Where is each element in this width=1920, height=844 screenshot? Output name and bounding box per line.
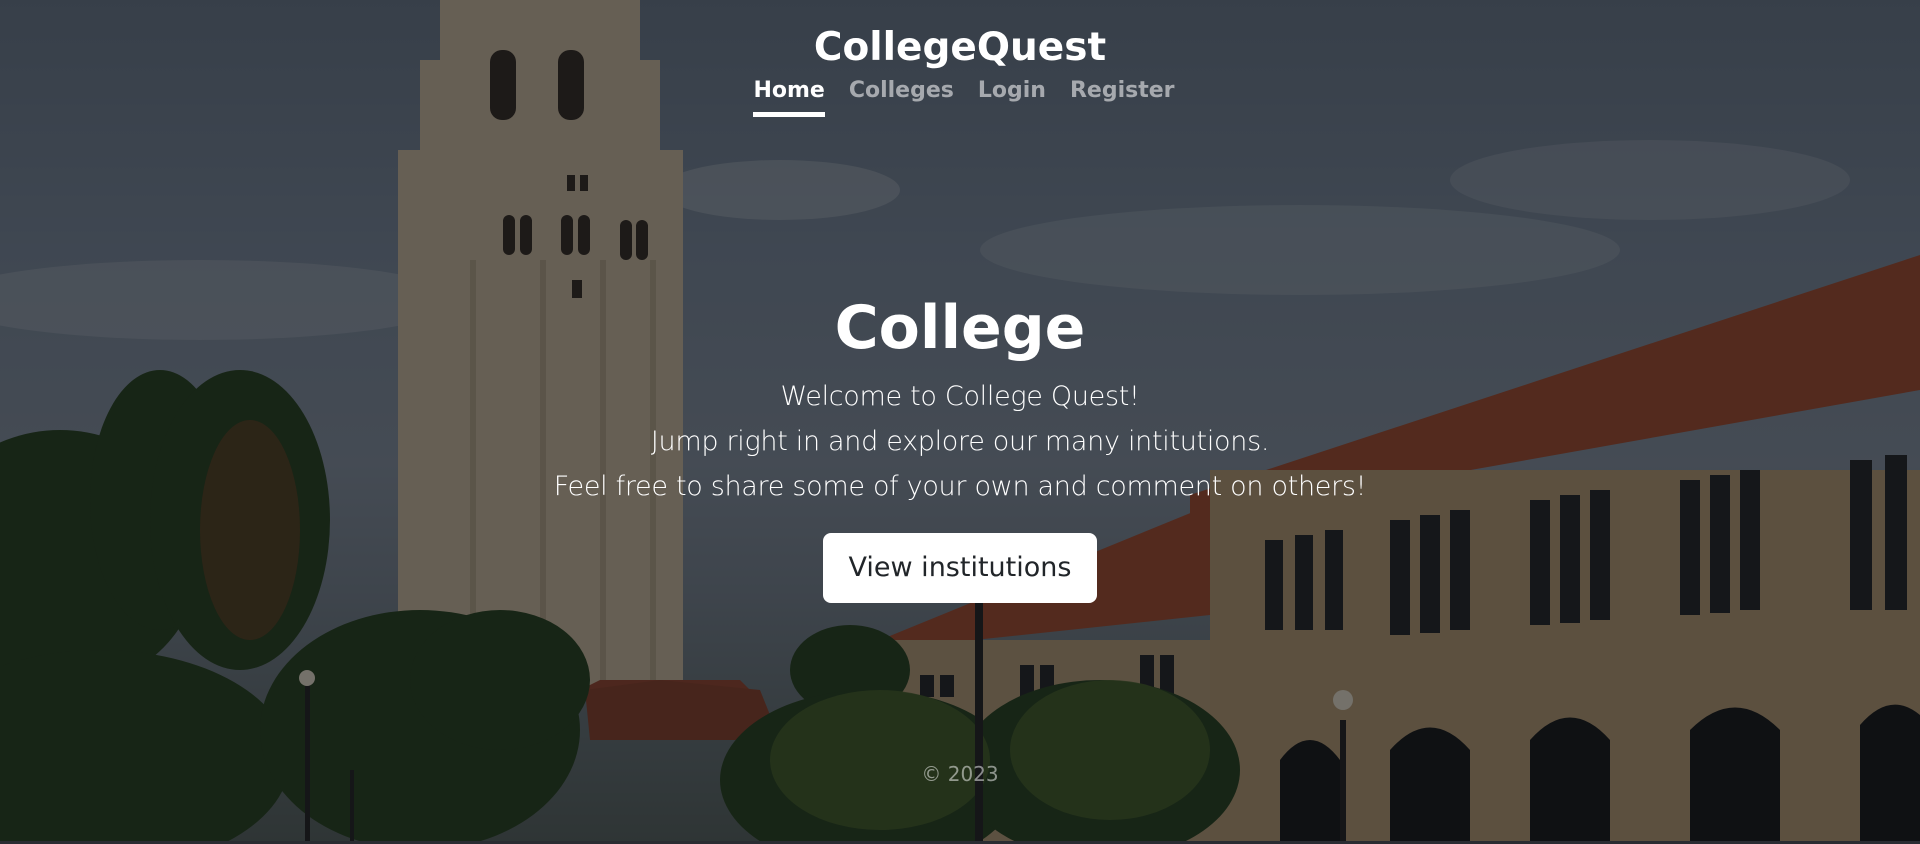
- page: CollegeQuest Home Colleges Login Registe…: [0, 0, 1920, 844]
- hero-section: College Welcome to College Quest! Jump r…: [0, 290, 1920, 603]
- hero-title: College: [834, 293, 1086, 363]
- hero-share-text: Feel free to share some of your own and …: [553, 471, 1367, 502]
- brand-title: CollegeQuest: [813, 25, 1107, 70]
- hero-explore-text: Jump right in and explore our many intit…: [650, 426, 1270, 457]
- main-nav: Home Colleges Login Register: [0, 76, 1920, 117]
- view-institutions-button[interactable]: View institutions: [822, 533, 1098, 603]
- nav-home-link[interactable]: Home: [753, 76, 825, 117]
- site-header: CollegeQuest Home Colleges Login Registe…: [0, 22, 1920, 117]
- nav-register-link[interactable]: Register: [1070, 76, 1175, 117]
- nav-login-link[interactable]: Login: [978, 76, 1046, 117]
- nav-colleges-link[interactable]: Colleges: [849, 76, 954, 117]
- copyright-text: © 2023: [921, 762, 999, 786]
- site-footer: © 2023: [0, 762, 1920, 786]
- hero-welcome-text: Welcome to College Quest!: [780, 381, 1140, 412]
